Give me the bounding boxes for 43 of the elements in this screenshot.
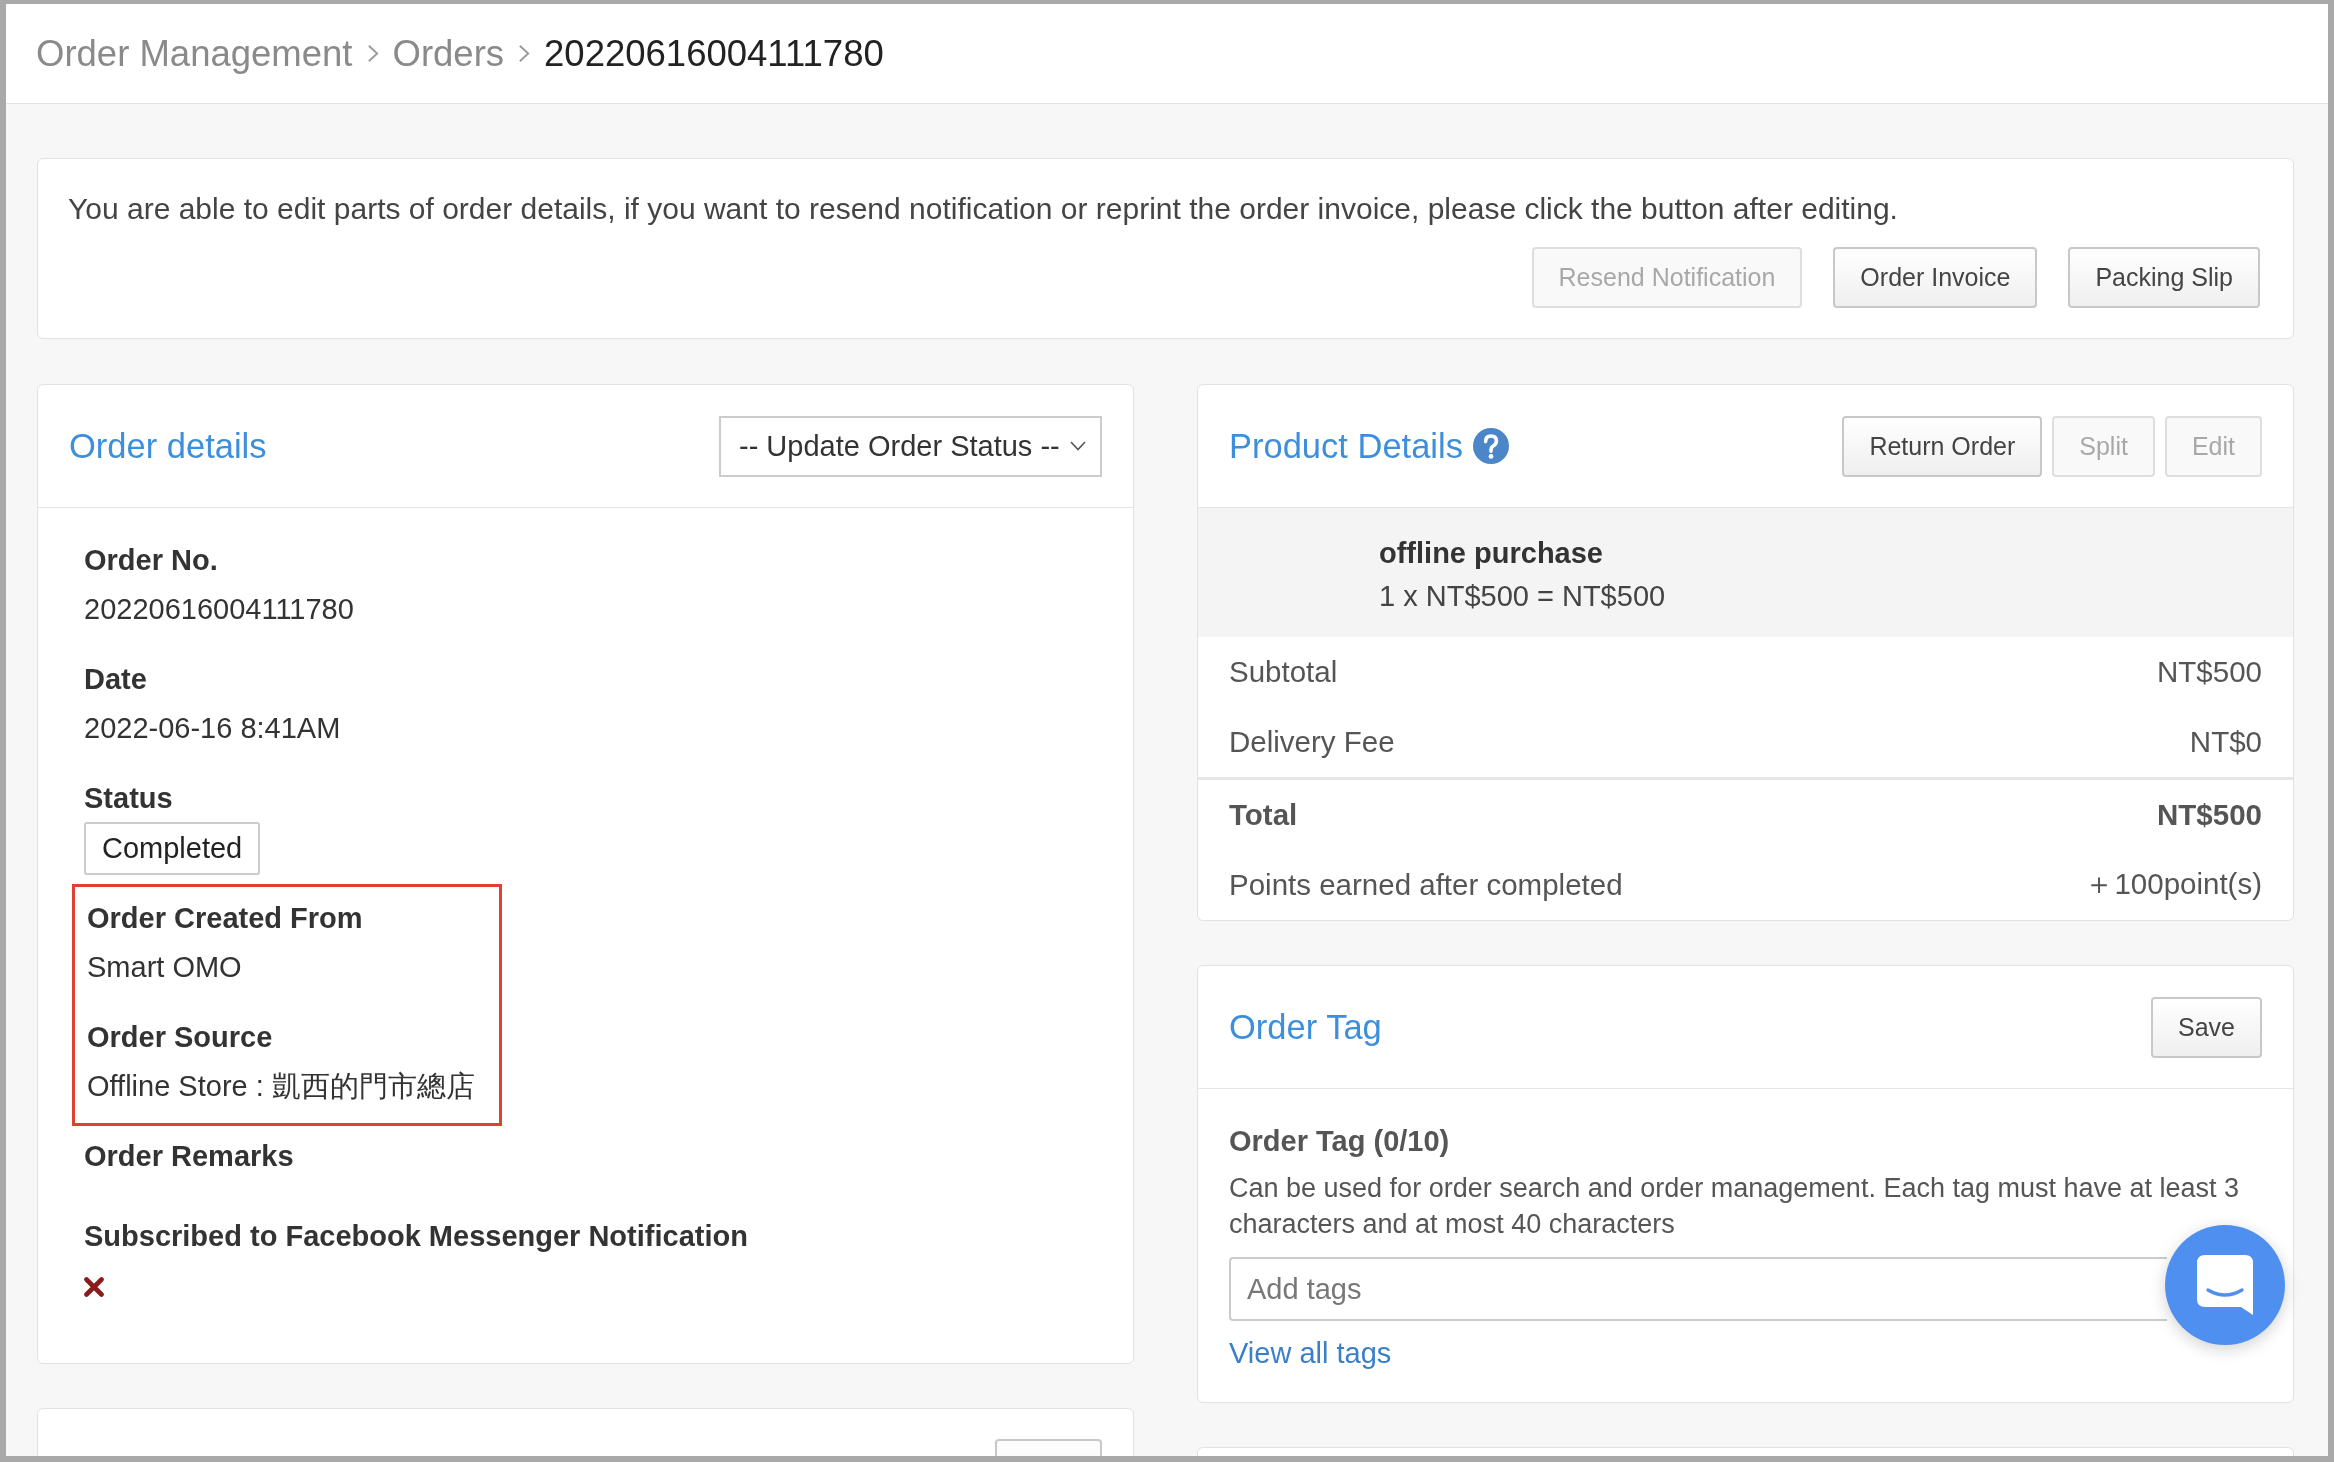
view-all-tags-link[interactable]: View all tags bbox=[1229, 1335, 1392, 1371]
help-icon[interactable] bbox=[1472, 428, 1509, 464]
field-label: Subscribed to Facebook Messenger Notification bbox=[84, 1219, 749, 1254]
summary-label: Subtotal bbox=[1229, 655, 1338, 689]
notice-button[interactable]: Order Invoice bbox=[1833, 247, 2038, 308]
product-price-line: 1 x NT$500 = NT$500 bbox=[1379, 579, 1667, 614]
product-name: offline purchase bbox=[1379, 536, 1604, 571]
breadcrumb-link[interactable]: Order Management bbox=[36, 30, 353, 77]
summary-value: NT$500 bbox=[2157, 798, 2262, 832]
field-value: 20220616004111780 bbox=[84, 592, 355, 627]
field-label: Order Tag (0/10) bbox=[1229, 1124, 1451, 1159]
field-label: Status bbox=[84, 781, 174, 816]
field-label: Date bbox=[84, 662, 148, 697]
chevron-right-icon bbox=[518, 44, 531, 63]
card-title: Product Details bbox=[1229, 426, 1463, 467]
summary-value: NT$500 bbox=[2157, 655, 2262, 689]
notice-text: You are able to edit parts of order details, if you want to resend notification or reprint the order invoice, please click the button after editing. bbox=[68, 191, 1899, 227]
tag-input[interactable]: Add tags bbox=[1229, 1257, 2167, 1321]
field-label: Order Source bbox=[87, 1020, 274, 1055]
help-text: Can be used for order search and order management. Each tag must have at least 3 characters and at most 40 characters bbox=[1229, 1172, 2241, 1241]
notice-button[interactable]: Packing Slip bbox=[2068, 247, 2260, 308]
field-label: Order Created From bbox=[87, 901, 364, 936]
breadcrumb-link[interactable]: Orders bbox=[392, 30, 505, 77]
summary-value: ＋100point(s) bbox=[2084, 866, 2262, 902]
summary-value: NT$0 bbox=[2189, 725, 2262, 759]
field-value: 2022-06-16 8:41AM bbox=[84, 711, 342, 746]
field-value: Offline Store : 凱西的門市總店 bbox=[87, 1069, 475, 1104]
breadcrumb-current: 20220616004111780 bbox=[544, 31, 884, 76]
chevron-right-icon bbox=[366, 44, 379, 63]
chat-bubble-icon bbox=[2197, 1255, 2253, 1315]
chevron-down-icon bbox=[1070, 441, 1086, 451]
summary-label: Delivery Fee bbox=[1229, 725, 1395, 759]
product-action-button[interactable]: Return Order bbox=[1842, 415, 2043, 477]
card-title: Order details bbox=[69, 426, 267, 467]
field-value: Smart OMO bbox=[87, 950, 243, 985]
status-select[interactable]: -- Update Order Status -- bbox=[719, 415, 1102, 477]
field-label: Order Remarks bbox=[84, 1139, 295, 1174]
field-label: Order No. bbox=[84, 543, 219, 578]
save-button[interactable]: Save bbox=[2151, 996, 2262, 1058]
summary-label: Total bbox=[1229, 798, 1298, 832]
card-title: Order Tag bbox=[1229, 1007, 1382, 1048]
status-badge: Completed bbox=[84, 822, 261, 875]
summary-label: Points earned after completed bbox=[1229, 868, 1623, 902]
